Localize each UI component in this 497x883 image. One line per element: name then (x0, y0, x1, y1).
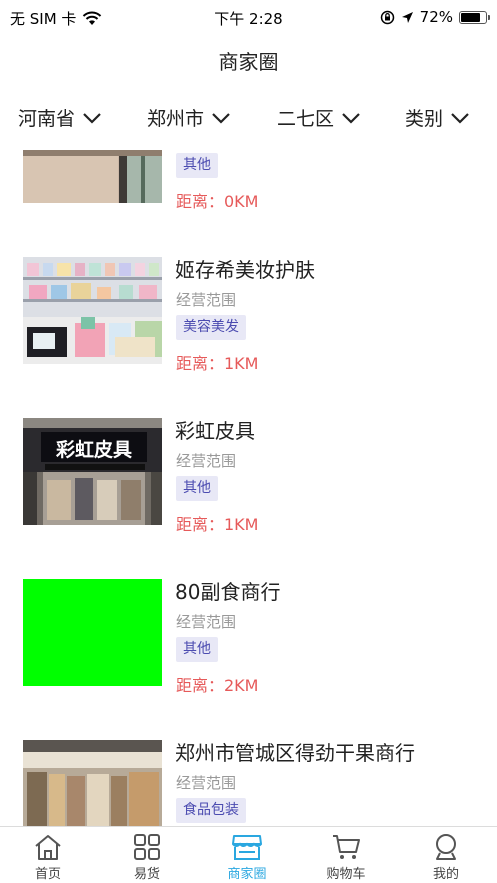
store-icon (232, 835, 262, 860)
status-right: 72% (380, 8, 490, 26)
filter-category[interactable]: 类别 (405, 104, 471, 131)
shop-tag: 其他 (176, 153, 218, 178)
shop-name[interactable]: 郑州市管城区得劲干果商行 (175, 737, 415, 766)
shop-photo (23, 150, 162, 203)
tab-barter-label: 易货 (133, 867, 160, 882)
filter-province[interactable]: 河南省 (18, 104, 103, 131)
shop-photo (23, 740, 162, 826)
tab-mine-label: 我的 (432, 867, 459, 882)
shop-scope: 经营范围 (176, 291, 237, 309)
shop-card[interactable]: 彩虹皮具 彩虹皮具 经营范围 其他 距离：1KM (0, 411, 497, 551)
tab-mine[interactable]: 我的 (416, 833, 476, 882)
shop-scope: 经营范围 (176, 452, 237, 470)
shop-card[interactable]: 郑州市管城区得劲干果商行 经营范围 食品包装 (0, 733, 497, 826)
tab-cart-label: 购物车 (326, 867, 366, 882)
shop-name[interactable]: 彩虹皮具 (175, 415, 255, 444)
location-arrow-icon (401, 11, 413, 23)
shop-card[interactable]: 其他 距离：0KM (0, 150, 497, 228)
battery-fill (461, 12, 480, 22)
shop-tag: 食品包装 (176, 798, 246, 823)
shop-photo-placeholder (23, 579, 162, 686)
tab-bar: 首页 易货 商家圈 购物车 我的 (0, 826, 497, 883)
shop-name[interactable]: 80副食商行 (175, 576, 280, 605)
grid-icon (134, 834, 160, 860)
page-title: 商家圈 (218, 50, 279, 74)
tab-merchant-circle-label: 商家圈 (227, 867, 267, 882)
shop-tag: 其他 (176, 637, 218, 662)
tab-home-label: 首页 (34, 867, 61, 882)
shop-name[interactable]: 姬存希美妆护肤 (175, 254, 315, 283)
filter-district-label: 二七区 (277, 108, 335, 130)
tab-merchant-circle[interactable]: 商家圈 (217, 833, 277, 882)
home-icon (35, 835, 61, 860)
chevron-down-icon (451, 112, 469, 124)
filter-city-label: 郑州市 (147, 108, 205, 130)
shop-photo (23, 257, 162, 364)
status-bar: 无 SIM 卡 下午 2:28 72% (0, 0, 497, 36)
shop-card[interactable]: 姬存希美妆护肤 经营范围 美容美发 距离：1KM (0, 250, 497, 390)
filter-city[interactable]: 郑州市 (147, 104, 232, 131)
tab-barter[interactable]: 易货 (117, 833, 177, 882)
filter-district[interactable]: 二七区 (277, 104, 362, 131)
chevron-down-icon (342, 112, 360, 124)
tab-home[interactable]: 首页 (18, 833, 78, 882)
filter-category-label: 类别 (405, 108, 444, 130)
user-icon (436, 834, 456, 860)
shop-distance: 距离：2KM (176, 676, 259, 695)
rotation-lock-icon (380, 10, 394, 24)
shop-tag: 美容美发 (176, 315, 246, 340)
shop-scope: 经营范围 (176, 613, 237, 631)
shop-distance: 距离：1KM (176, 354, 259, 373)
battery-percent: 72% (419, 8, 453, 26)
shop-list[interactable]: 其他 距离：0KM 姬存希美妆护肤 经营范围 美容美发 距离：1KM 彩虹皮具 … (0, 150, 497, 826)
tab-cart[interactable]: 购物车 (316, 833, 376, 882)
shop-photo: 彩虹皮具 (23, 418, 162, 525)
cart-icon (333, 835, 360, 859)
chevron-down-icon (212, 112, 230, 124)
shop-scope: 经营范围 (176, 774, 237, 792)
shop-distance: 距离：1KM (176, 515, 259, 534)
shop-tag: 其他 (176, 476, 218, 501)
filter-province-label: 河南省 (18, 108, 76, 130)
battery-icon (459, 10, 490, 24)
chevron-down-icon (83, 112, 101, 124)
shop-card[interactable]: 80副食商行 经营范围 其他 距离：2KM (0, 572, 497, 712)
shop-distance: 距离：0KM (176, 192, 259, 211)
filter-bar: 河南省 郑州市 二七区 类别 (0, 104, 497, 138)
store-sign-text: 彩虹皮具 (55, 438, 132, 461)
